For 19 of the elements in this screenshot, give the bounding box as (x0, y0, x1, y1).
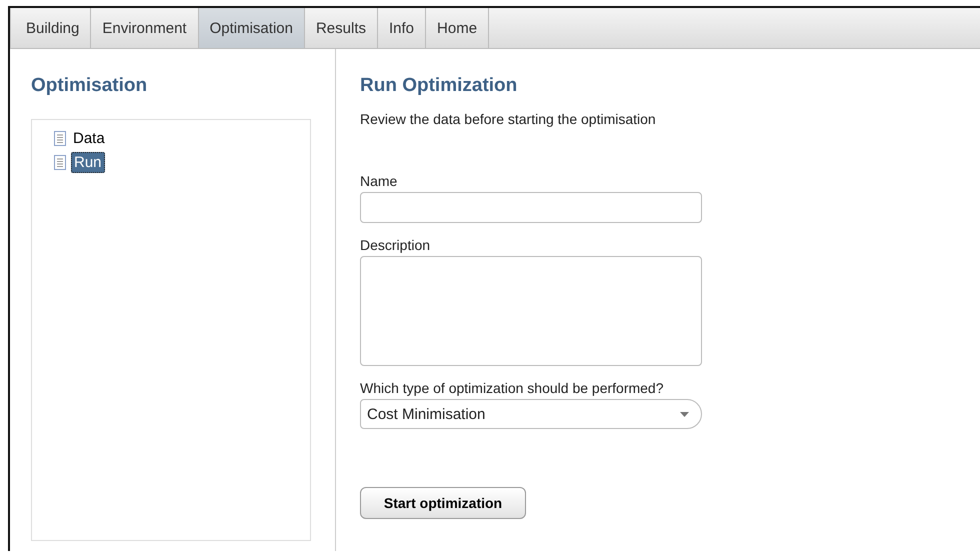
type-dropdown[interactable]: Cost Minimisation (360, 399, 702, 429)
tab[interactable]: Results (304, 8, 378, 48)
page-title: Run Optimization (360, 75, 518, 97)
field-label: Description (360, 237, 432, 253)
field-label: Name (360, 173, 398, 189)
intro-text: Review the data before starting the optimisation (360, 111, 657, 127)
tab[interactable]: Info (378, 8, 426, 48)
tab[interactable]: Building (15, 8, 92, 48)
sidebar-title: Optimisation (31, 75, 148, 97)
description-field[interactable] (360, 256, 702, 366)
field-label: Which type of optimization should be performed? (360, 380, 664, 396)
start-button[interactable]: Start optimization (360, 487, 526, 519)
dropdown-arrow-icon (680, 412, 689, 416)
document-icon (54, 130, 66, 146)
name-field[interactable] (360, 192, 702, 223)
document-icon (54, 154, 66, 170)
tree-item[interactable]: Data (54, 126, 107, 150)
tab[interactable]: Home (426, 8, 490, 48)
tab[interactable]: Optimisation (198, 8, 305, 48)
